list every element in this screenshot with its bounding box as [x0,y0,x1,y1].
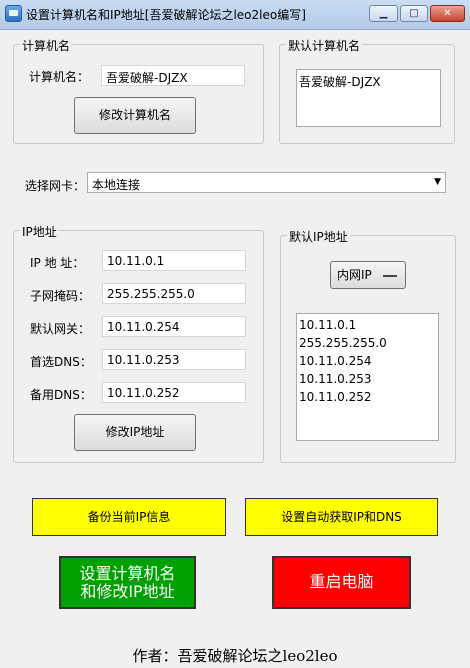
group-legend: 默认IP地址 [287,228,350,245]
primary-dns-input[interactable]: 10.11.0.253 [102,349,246,370]
set-button-line1: 设置计算机名 [79,564,176,583]
list-item: 10.11.0.254 [299,354,372,368]
auto-dns-button[interactable]: 设置自动获取IP和DNS [245,498,438,536]
minimize-button[interactable]: ▁ [369,5,398,22]
secondary-dns-input[interactable]: 10.11.0.252 [102,382,246,403]
ip-input[interactable]: 10.11.0.1 [102,250,246,271]
subnet-input[interactable]: 255.255.255.0 [102,283,246,304]
restart-button[interactable]: 重启电脑 [272,556,411,609]
change-computer-name-button[interactable]: 修改计算机名 [74,97,196,134]
default-ip-list[interactable]: 10.11.0.1 255.255.255.0 10.11.0.254 10.1… [296,313,439,441]
subnet-label: 子网掩码： [30,289,91,303]
change-ip-button[interactable]: 修改IP地址 [74,414,196,451]
computer-name-label: 计算机名： [29,70,90,84]
gateway-input[interactable]: 10.11.0.254 [102,316,246,337]
ip-type-dropdown[interactable]: 内网IP [330,261,406,289]
default-name-textbox[interactable]: 吾爱破解-DJZX [296,69,441,127]
adapter-label: 选择网卡： [25,179,86,193]
primary-dns-label: 首选DNS： [30,355,92,369]
group-legend: 计算机名 [20,37,73,54]
dropdown-bar-icon [383,275,397,277]
set-button-line2: 和修改IP地址 [80,582,175,601]
group-legend: 默认计算机名 [286,37,363,54]
list-item: 10.11.0.253 [299,372,372,386]
list-item: 10.11.0.252 [299,390,372,404]
group-legend: IP地址 [20,223,59,240]
close-button[interactable]: ✕ [430,5,465,22]
adapter-selected: 本地连接 [92,178,141,192]
backup-ip-button[interactable]: 备份当前IP信息 [32,498,226,536]
computer-name-input[interactable]: 吾爱破解-DJZX [101,65,245,86]
app-icon [5,5,22,22]
chevron-down-icon: ▼ [434,177,441,187]
title-bar[interactable]: 设置计算机名和IP地址[吾爱破解论坛之leo2leo编写] ▁ □ ✕ [0,0,470,30]
window-title: 设置计算机名和IP地址[吾爱破解论坛之leo2leo编写] [26,8,306,22]
gateway-label: 默认网关： [30,322,91,336]
list-item: 10.11.0.1 [299,318,357,332]
author-credit: 作者：吾爱破解论坛之leo2leo [132,647,338,665]
secondary-dns-label: 备用DNS： [30,388,92,402]
maximize-button[interactable]: □ [400,5,428,22]
ip-type-selected: 内网IP [337,268,372,282]
list-item: 255.255.255.0 [299,336,387,350]
adapter-select[interactable]: 本地连接 ▼ [87,172,446,193]
ip-label: IP 地 址： [30,256,85,270]
set-name-and-ip-button[interactable]: 设置计算机名 和修改IP地址 [59,556,196,609]
